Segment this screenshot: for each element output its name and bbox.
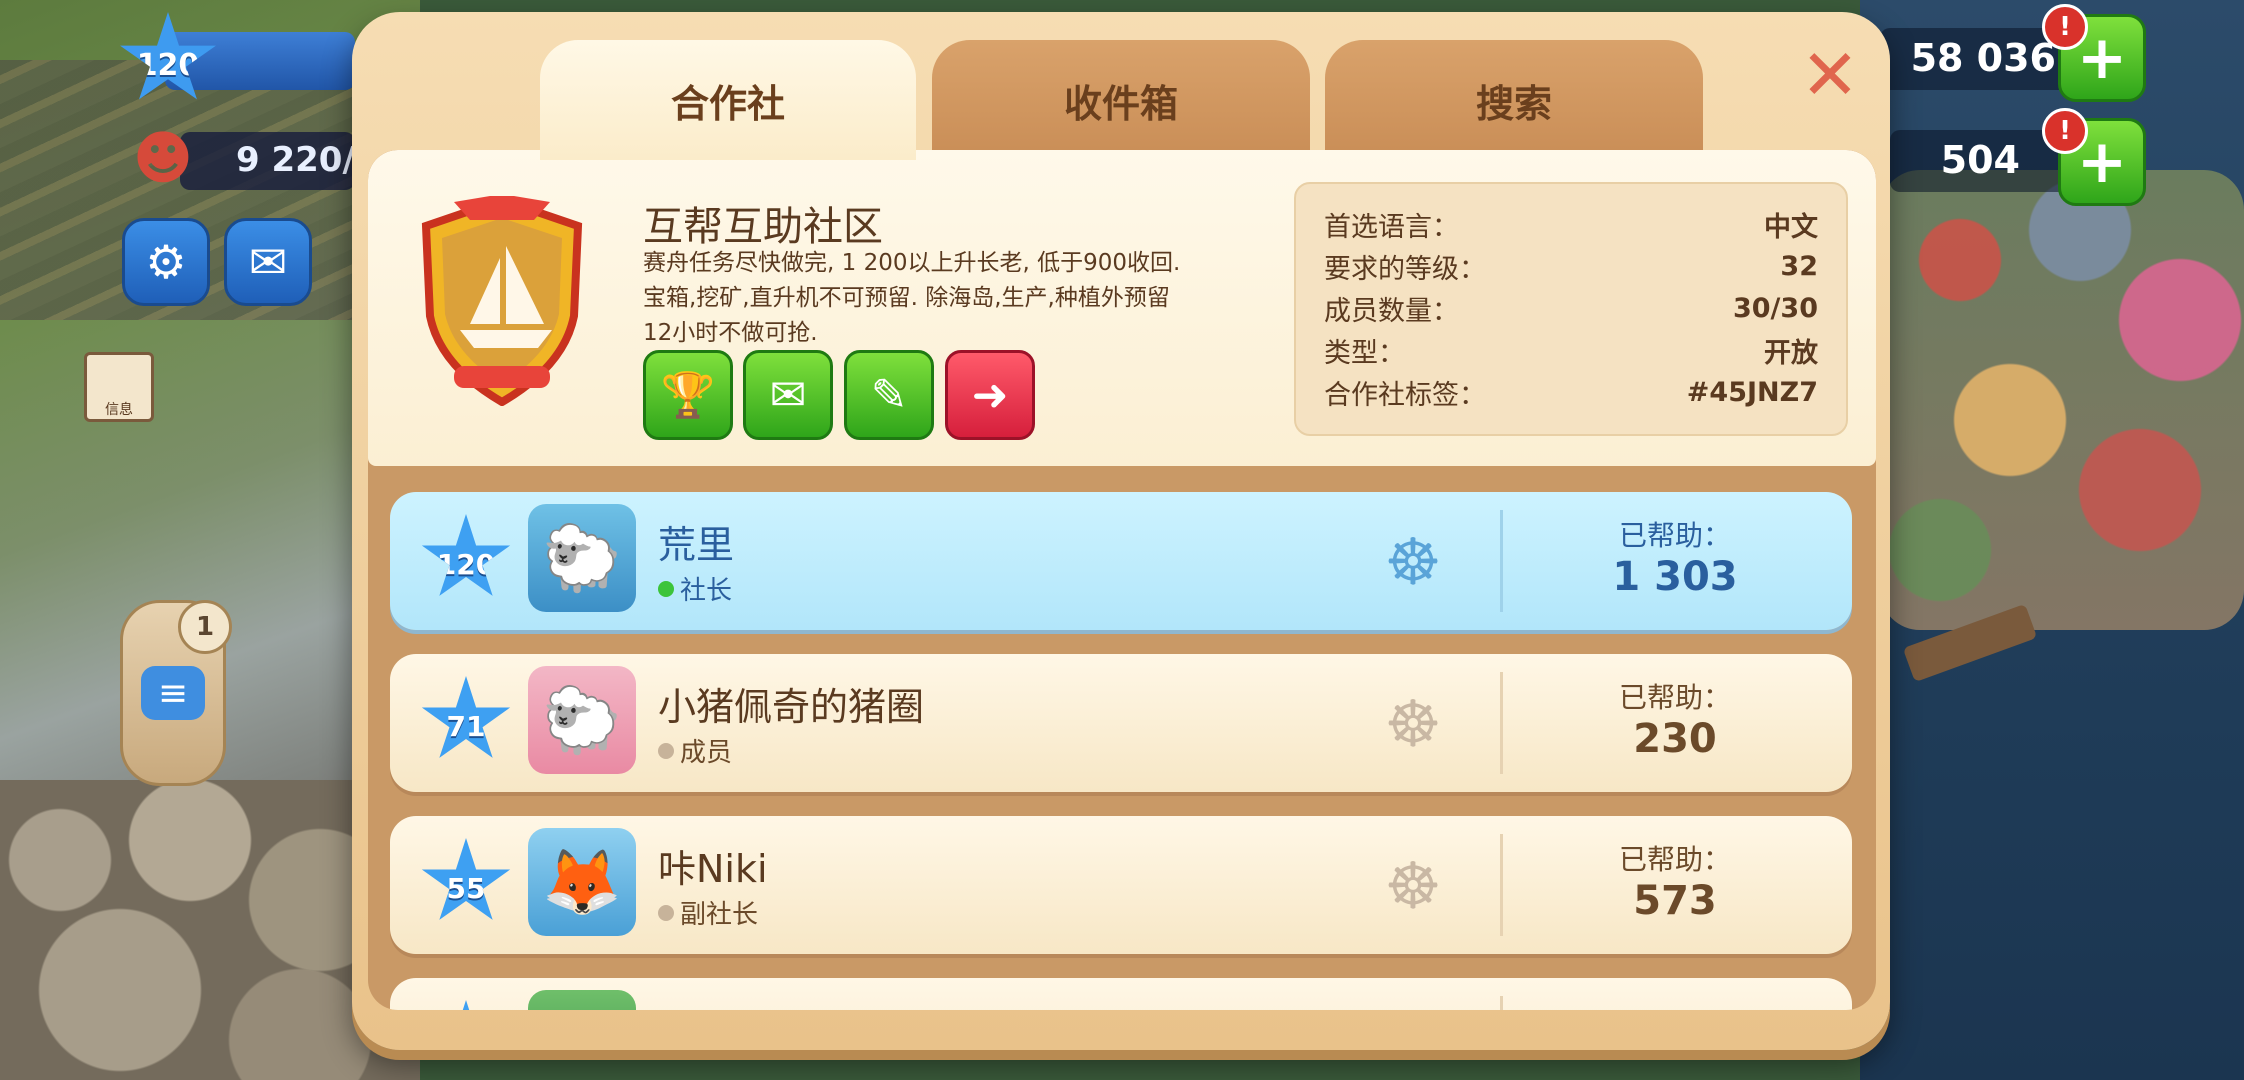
member-avatar[interactable]: 🐑	[528, 666, 636, 774]
member-role: 社长	[658, 570, 732, 607]
coins-value: 58 036	[1910, 36, 2056, 80]
population-value: 9 220/	[236, 140, 355, 180]
member-name: 叟叟小镇	[658, 1000, 810, 1010]
info-label: 要求的等级：	[1324, 253, 1486, 285]
member-role-label: 成员	[680, 738, 733, 768]
offline-status-dot	[658, 904, 674, 921]
info-value: 32	[1780, 250, 1818, 282]
population-icon: ☻	[132, 124, 194, 192]
helped-label: 已帮助：	[1618, 681, 1731, 714]
helped-count: 1 303	[1612, 554, 1738, 600]
member-name: 小猪佩奇的猪圈	[658, 685, 925, 729]
online-status-dot	[658, 580, 674, 597]
island-town	[1880, 170, 2244, 630]
member-name: 咔Niki	[658, 847, 768, 891]
offline-status-dot	[658, 742, 674, 759]
club-details-box: 首选语言： 中文 要求的等级： 32 成员数量： 30/30 类型： 开放 合作社标签：…	[1294, 182, 1848, 436]
row-divider	[1500, 510, 1503, 612]
club-info-panel: 互帮互助社区 赛舟任务尽快做完, 1 200以上升长老, 低于900收回. 宝箱…	[368, 150, 1876, 466]
trophy-icon: 🏆	[660, 370, 716, 421]
ship-wheel-icon: ☸	[1384, 850, 1442, 924]
leave-club-button[interactable]: ➜	[945, 350, 1035, 440]
member-row[interactable]: 71 🐑 小猪佩奇的猪圈 成员 ☸ 已帮助： 230	[390, 654, 1852, 792]
club-description-line: 宝箱,挖矿,直升机不可预留. 除海岛,生产,种植外预留	[643, 285, 1170, 311]
cash-alert-badge: !	[2042, 108, 2088, 154]
member-name: 荒里	[658, 523, 735, 567]
member-avatar[interactable]: 🦊	[528, 828, 636, 936]
info-required-level: 要求的等级： 32	[1324, 246, 1818, 286]
info-type: 类型： 开放	[1324, 330, 1818, 370]
mail-icon: ✉	[769, 369, 807, 421]
member-role-label: 社长	[680, 576, 733, 606]
sheep-avatar-icon: 🐑	[542, 683, 622, 758]
gear-icon: ⚙	[145, 235, 187, 289]
info-language: 首选语言： 中文	[1324, 204, 1818, 244]
envelope-icon: ✉	[248, 235, 288, 289]
info-label: 成员数量：	[1324, 295, 1459, 327]
member-row[interactable]: 叟叟小镇 ☸	[390, 978, 1852, 1010]
exit-icon: ➜	[971, 369, 1009, 421]
fox-avatar-icon: 🦊	[542, 845, 622, 920]
info-value: 开放	[1764, 337, 1818, 369]
info-value: 30/30	[1732, 292, 1818, 324]
member-level-star: 71	[421, 676, 511, 758]
info-tag: 合作社标签： #45JNZ7	[1324, 372, 1818, 412]
chat-unread-badge: 1	[178, 600, 232, 654]
club-description-line: 12小时不做可抢.	[643, 320, 818, 346]
helped-label: 已帮助：	[1618, 843, 1731, 876]
tab-label: 合作社	[670, 81, 785, 126]
tab-search[interactable]: 搜索	[1325, 40, 1703, 160]
ship-wheel-icon: ☸	[1384, 688, 1442, 762]
dialog-content: 互帮互助社区 赛舟任务尽快做完, 1 200以上升长老, 低于900收回. 宝箱…	[368, 150, 1876, 1010]
member-level-star: 120	[421, 514, 511, 596]
helped-count: 230	[1633, 716, 1717, 762]
close-button[interactable]: ✕	[1800, 40, 1860, 110]
pencil-icon: ✎	[870, 369, 908, 421]
signboard: 信息	[84, 352, 154, 422]
info-value: #45JNZ7	[1686, 376, 1818, 408]
member-level-star: 55	[421, 838, 511, 920]
member-avatar[interactable]: 🐑	[528, 504, 636, 612]
member-row[interactable]: 55 🦊 咔Niki 副社长 ☸ 已帮助： 573	[390, 816, 1852, 954]
info-label: 合作社标签：	[1324, 379, 1486, 411]
info-label: 类型：	[1324, 337, 1405, 369]
member-role-label: 副社长	[680, 900, 759, 930]
row-divider	[1500, 996, 1503, 1010]
club-name: 互帮互助社区	[643, 204, 883, 250]
club-description: 赛舟任务尽快做完, 1 200以上升长老, 低于900收回. 宝箱,挖矿,直升机…	[643, 246, 1203, 351]
info-value: 中文	[1764, 211, 1818, 243]
member-level: 120	[436, 547, 496, 581]
helped-label: 已帮助：	[1618, 519, 1731, 552]
helped-count: 573	[1633, 878, 1717, 924]
sheep-avatar-icon: 🐑	[542, 521, 622, 596]
mail-button[interactable]: ✉	[224, 218, 312, 306]
tab-inbox[interactable]: 收件箱	[932, 40, 1310, 160]
info-label: 首选语言：	[1324, 211, 1459, 243]
club-edit-button[interactable]: ✎	[844, 350, 934, 440]
row-divider	[1500, 672, 1503, 774]
info-member-count: 成员数量： 30/30	[1324, 288, 1818, 328]
member-level-star	[421, 1000, 511, 1010]
tab-label: 搜索	[1475, 81, 1552, 126]
close-icon: ✕	[1800, 34, 1860, 116]
chat-icon: ≡	[141, 666, 205, 720]
member-row[interactable]: 120 🐑 荒里 社长 ☸ 已帮助： 1 303	[390, 492, 1852, 630]
row-divider	[1500, 834, 1503, 936]
member-role: 成员	[658, 732, 732, 769]
member-level: 55	[446, 871, 486, 905]
ship-wheel-icon: ☸	[1384, 526, 1442, 600]
club-trophy-button[interactable]: 🏆	[643, 350, 733, 440]
member-level: 71	[446, 709, 486, 743]
member-role: 副社长	[658, 894, 758, 931]
tab-cooperative[interactable]: 合作社	[540, 40, 916, 160]
coins-alert-badge: !	[2042, 4, 2088, 50]
cash-value: 504	[1940, 138, 2020, 182]
member-avatar[interactable]	[528, 990, 636, 1010]
tab-label: 收件箱	[1063, 81, 1178, 126]
club-emblem-icon	[421, 196, 583, 406]
club-mail-button[interactable]: ✉	[743, 350, 833, 440]
club-description-line: 赛舟任务尽快做完, 1 200以上升长老, 低于900收回.	[643, 250, 1181, 276]
settings-button[interactable]: ⚙	[122, 218, 210, 306]
